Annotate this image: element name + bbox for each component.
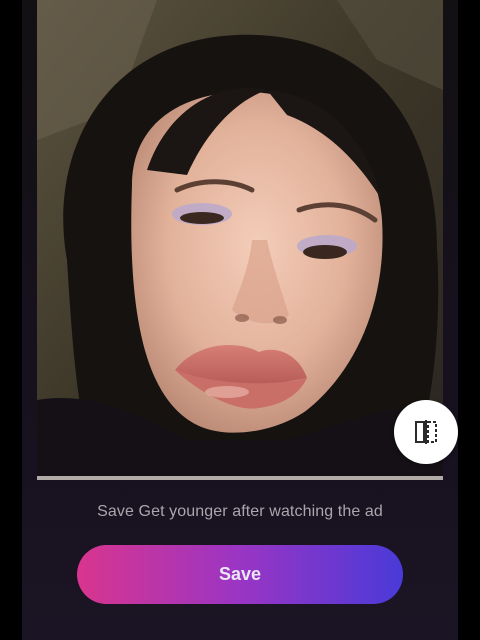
- compare-split-icon: [415, 420, 437, 444]
- save-caption: Save Get younger after watching the ad: [97, 503, 383, 520]
- screen: Save Get younger after watching the ad S…: [0, 0, 480, 640]
- save-button[interactable]: Save: [77, 545, 403, 604]
- result-photo: [37, 0, 443, 480]
- portrait-image: [37, 0, 443, 480]
- compare-button[interactable]: [394, 400, 458, 464]
